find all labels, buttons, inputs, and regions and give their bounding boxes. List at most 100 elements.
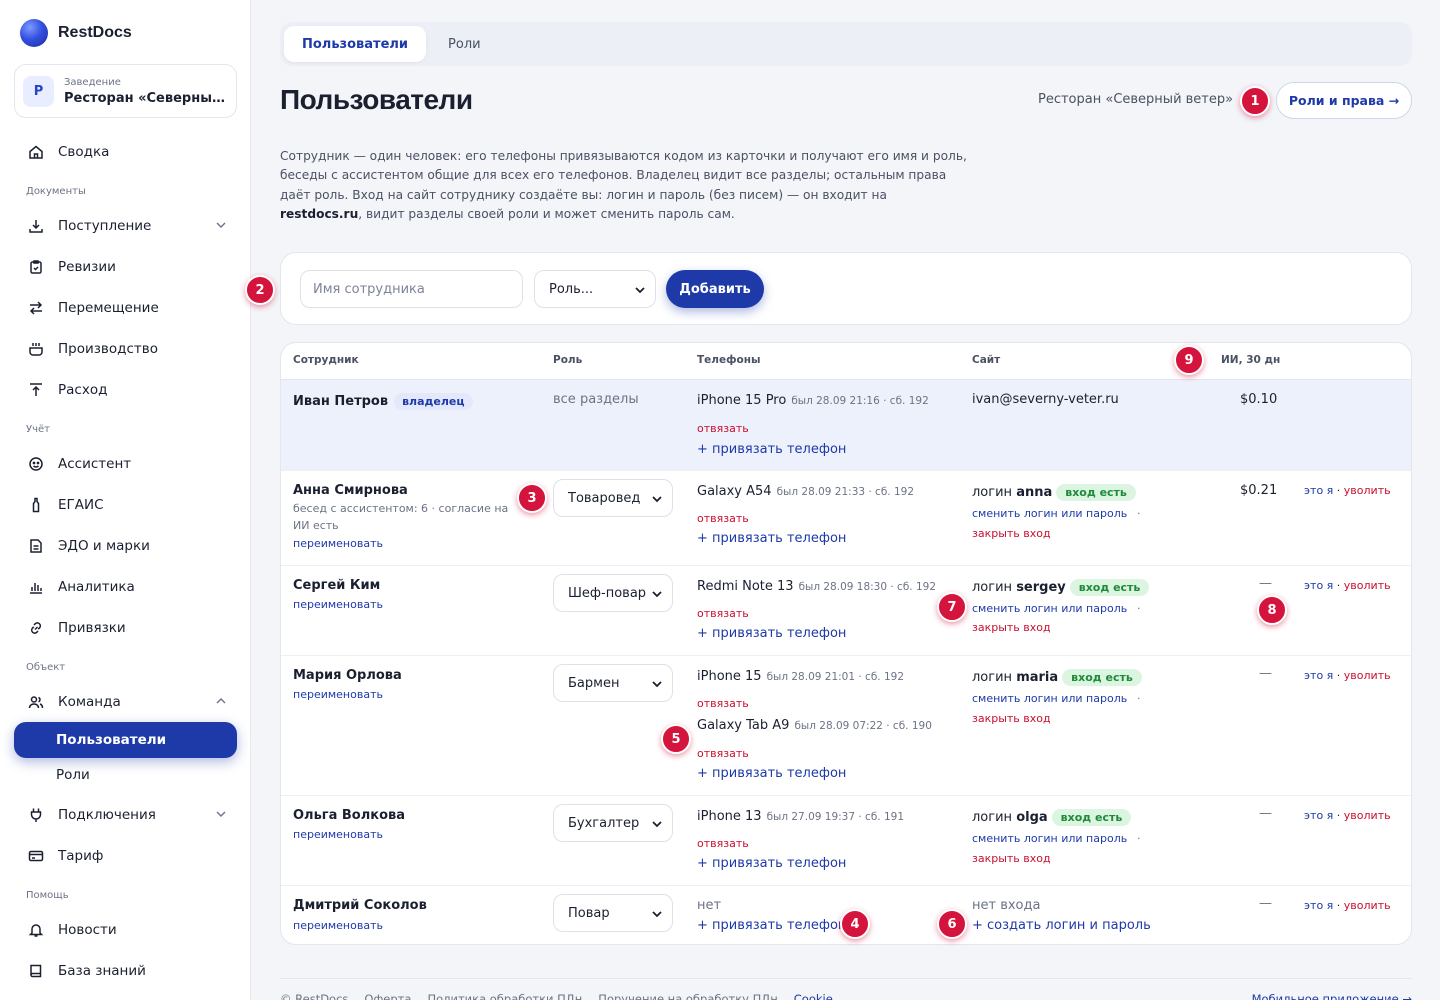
sidebar-item-incoming[interactable]: Поступление bbox=[14, 208, 237, 244]
sidebar-item-transfer[interactable]: Перемещение bbox=[14, 290, 237, 326]
login-value: anna bbox=[1016, 485, 1053, 500]
sidebar-item-egais[interactable]: ЕГАИС bbox=[14, 487, 237, 523]
section-help: Помощь bbox=[26, 890, 69, 901]
sidebar-item-roles[interactable]: Роли bbox=[14, 757, 237, 793]
link-icon bbox=[28, 620, 44, 636]
add-employee-button[interactable]: Добавить bbox=[666, 270, 764, 308]
sidebar-item-news[interactable]: Новости bbox=[14, 912, 237, 948]
bind-phone-link[interactable]: + привязать телефон bbox=[697, 626, 846, 641]
this-is-me-link[interactable]: это я bbox=[1304, 484, 1333, 497]
sidebar-item-summary[interactable]: Сводка bbox=[14, 134, 237, 170]
sidebar-item-assistant[interactable]: Ассистент bbox=[14, 446, 237, 482]
phone-meta: был 28.09 18:30 · сб. 192 bbox=[798, 581, 937, 593]
rename-link[interactable]: переименовать bbox=[293, 688, 383, 701]
separator-dot: · bbox=[1333, 669, 1344, 682]
change-login-link[interactable]: сменить логин или пароль bbox=[972, 507, 1127, 520]
fire-link[interactable]: уволить bbox=[1344, 579, 1391, 592]
close-access-link[interactable]: закрыть вход bbox=[972, 621, 1051, 634]
phone-entry: Redmi Note 13 был 28.09 18:30 · сб. 192 bbox=[697, 579, 936, 594]
change-login-link[interactable]: сменить логин или пароль bbox=[972, 832, 1127, 845]
login-info: логин sergey вход есть bbox=[972, 579, 1150, 596]
fire-link[interactable]: уволить bbox=[1344, 899, 1391, 912]
employee-name-input[interactable] bbox=[300, 270, 523, 308]
sidebar-item-production[interactable]: Производство bbox=[14, 331, 237, 367]
footer-cookie-link[interactable]: Cookie bbox=[794, 992, 833, 1000]
close-access-link[interactable]: закрыть вход bbox=[972, 852, 1051, 865]
this-is-me-link[interactable]: это я bbox=[1304, 899, 1333, 912]
login-prefix: логин bbox=[972, 670, 1013, 685]
rename-link[interactable]: переименовать bbox=[293, 537, 383, 550]
fire-link[interactable]: уволить bbox=[1344, 484, 1391, 497]
separator-dot: · bbox=[1137, 602, 1141, 615]
venue-switcher[interactable]: Р Заведение Ресторан «Северный ... bbox=[14, 64, 237, 118]
employee-name: Анна Смирнова bbox=[293, 483, 408, 498]
sidebar-item-label: Аналитика bbox=[58, 579, 135, 595]
fire-link[interactable]: уволить bbox=[1344, 669, 1391, 682]
callout-marker: 3 bbox=[517, 483, 547, 513]
tab-roles[interactable]: Роли bbox=[430, 26, 499, 62]
bind-phone-link[interactable]: + привязать телефон bbox=[697, 531, 846, 546]
column-header-site: Сайт bbox=[972, 354, 1001, 366]
sidebar-item-expense[interactable]: Расход bbox=[14, 372, 237, 408]
sidebar-item-users[interactable]: Пользователи bbox=[14, 722, 237, 758]
change-login-link[interactable]: сменить логин или пароль bbox=[972, 602, 1127, 615]
footer-offer-link[interactable]: Оферта bbox=[364, 992, 411, 1000]
sidebar-item-label: Сводка bbox=[58, 144, 110, 160]
rename-link[interactable]: переименовать bbox=[293, 919, 383, 932]
brand[interactable]: RestDocs bbox=[20, 19, 132, 47]
ai-cost: — bbox=[1259, 896, 1272, 911]
this-is-me-link[interactable]: это я bbox=[1304, 579, 1333, 592]
sidebar-item-connections[interactable]: Подключения bbox=[14, 797, 237, 833]
change-login-link[interactable]: сменить логин или пароль bbox=[972, 692, 1127, 705]
venue-name-header: Ресторан «Северный ветер» bbox=[1038, 92, 1234, 107]
role-select[interactable]: Повар bbox=[553, 894, 673, 932]
ai-cost: — bbox=[1259, 576, 1272, 591]
footer-consent-link[interactable]: Поручение на обработку ПДн bbox=[598, 992, 777, 1000]
rename-link[interactable]: переименовать bbox=[293, 598, 383, 611]
unbind-phone-link[interactable]: отвязать bbox=[697, 422, 749, 435]
close-access-link[interactable]: закрыть вход bbox=[972, 527, 1051, 540]
fire-link[interactable]: уволить bbox=[1344, 809, 1391, 822]
access-status-badge: вход есть bbox=[1062, 669, 1142, 686]
unbind-phone-link[interactable]: отвязать bbox=[697, 697, 749, 710]
bind-phone-link[interactable]: + привязать телефон bbox=[697, 766, 846, 781]
bind-phone-link[interactable]: + привязать телефон bbox=[697, 918, 846, 933]
sidebar-item-edo[interactable]: ЭДО и марки bbox=[14, 528, 237, 564]
footer-mobile-link[interactable]: Мобильное приложение → bbox=[1252, 992, 1412, 1000]
ai-cost: $0.10 bbox=[1240, 392, 1278, 407]
card-icon bbox=[28, 848, 44, 864]
rename-link[interactable]: переименовать bbox=[293, 828, 383, 841]
unbind-phone-link[interactable]: отвязать bbox=[697, 837, 749, 850]
role-select[interactable]: Бармен bbox=[553, 664, 673, 702]
callout-marker: 4 bbox=[840, 909, 870, 939]
ai-cost: — bbox=[1259, 806, 1272, 821]
login-prefix: логин bbox=[972, 810, 1013, 825]
role-select[interactable]: Шеф-повар bbox=[553, 574, 673, 612]
tab-users[interactable]: Пользователи bbox=[284, 26, 427, 62]
this-is-me-link[interactable]: это я bbox=[1304, 809, 1333, 822]
row-actions: это я · уволить bbox=[1304, 899, 1391, 912]
phone-model: Galaxy A54 bbox=[697, 484, 772, 499]
roles-and-rights-button[interactable]: Роли и права → bbox=[1276, 82, 1412, 119]
close-access-link[interactable]: закрыть вход bbox=[972, 712, 1051, 725]
create-login-link[interactable]: + создать логин и пароль bbox=[972, 918, 1151, 933]
this-is-me-link[interactable]: это я bbox=[1304, 669, 1333, 682]
role-select[interactable]: Бухгалтер bbox=[553, 804, 673, 842]
unbind-phone-link[interactable]: отвязать bbox=[697, 607, 749, 620]
sidebar-item-tariff[interactable]: Тариф bbox=[14, 838, 237, 874]
phone-model: iPhone 15 bbox=[697, 669, 762, 684]
role-select[interactable]: Роль... bbox=[534, 270, 656, 308]
role-select[interactable]: Товаровед bbox=[553, 479, 673, 517]
ai-cost: — bbox=[1259, 666, 1272, 681]
unbind-phone-link[interactable]: отвязать bbox=[697, 512, 749, 525]
sidebar-item-kb[interactable]: База знаний bbox=[14, 953, 237, 989]
sidebar-item-bindings[interactable]: Привязки bbox=[14, 610, 237, 646]
footer-policy-link[interactable]: Политика обработки ПДн bbox=[427, 992, 582, 1000]
bind-phone-link[interactable]: + привязать телефон bbox=[697, 442, 846, 457]
bind-phone-link[interactable]: + привязать телефон bbox=[697, 856, 846, 871]
sidebar-item-team[interactable]: Команда bbox=[14, 684, 237, 720]
sidebar-item-revisions[interactable]: Ревизии bbox=[14, 249, 237, 285]
sidebar-item-analytics[interactable]: Аналитика bbox=[14, 569, 237, 605]
callout-marker: 5 bbox=[661, 724, 691, 754]
unbind-phone-link[interactable]: отвязать bbox=[697, 747, 749, 760]
